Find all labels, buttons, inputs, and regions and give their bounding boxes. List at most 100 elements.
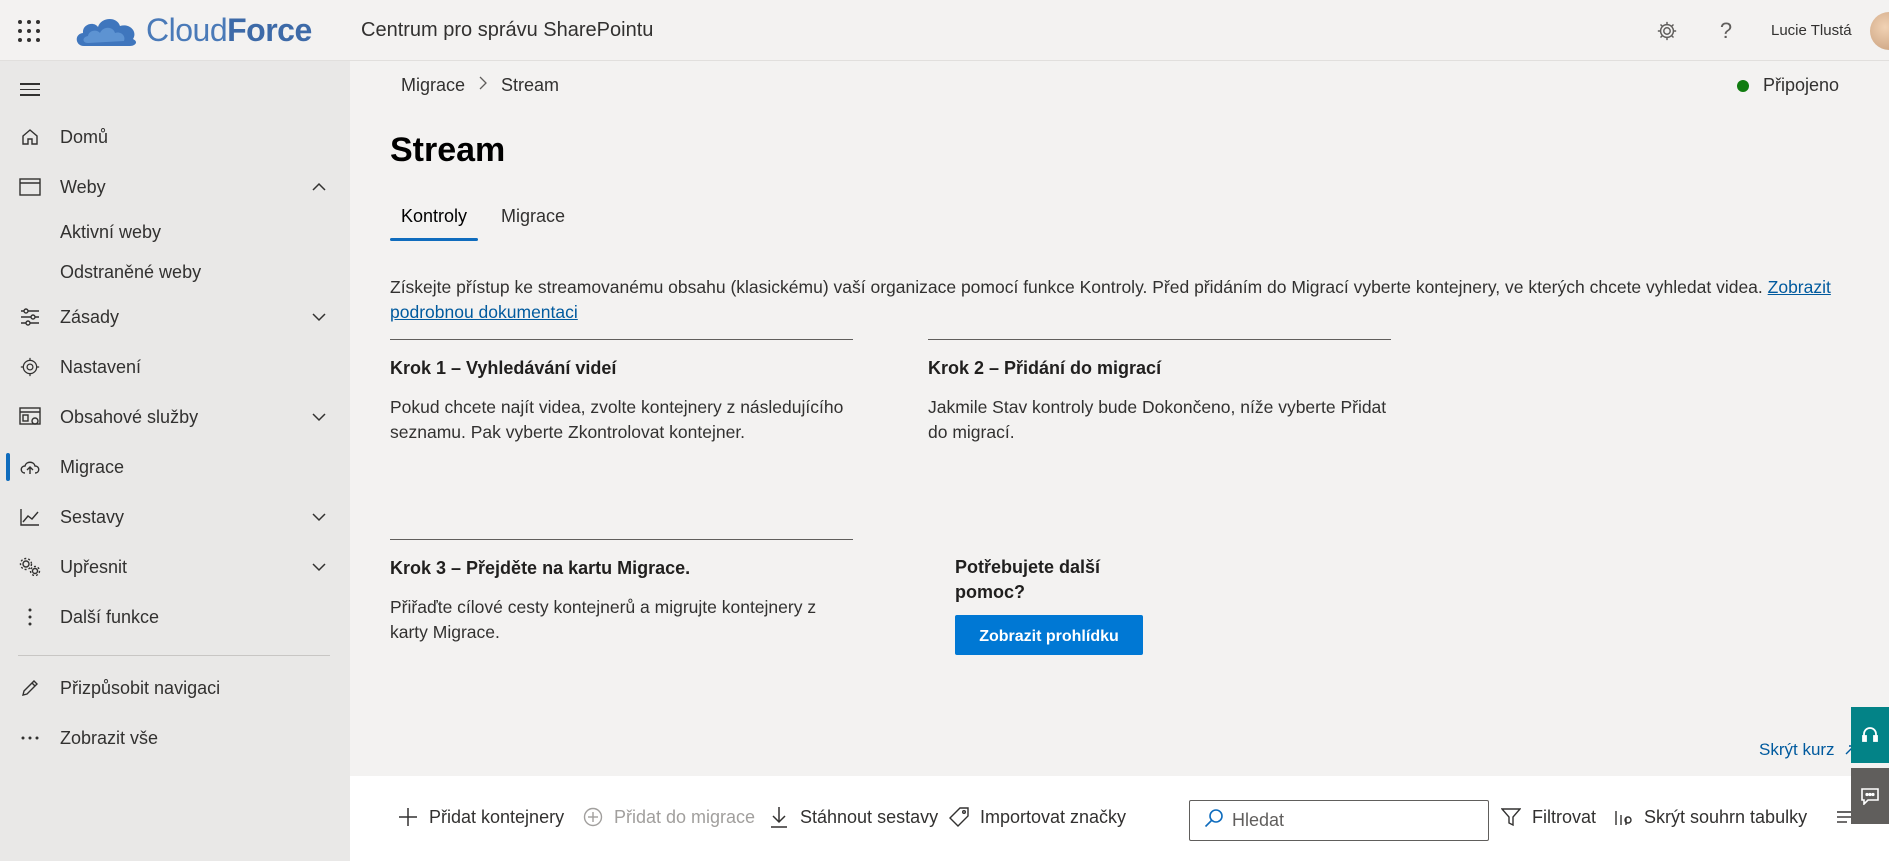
chevron-down-icon[interactable] (310, 508, 328, 526)
avatar[interactable] (1870, 12, 1889, 50)
step-divider (390, 339, 853, 340)
help-panel: Potřebujete další pomoc? Zobrazit prohlí… (955, 555, 1145, 655)
step-divider (390, 539, 853, 540)
nav-item-policies[interactable]: Zásady (0, 297, 350, 337)
feedback-icon (1861, 788, 1879, 805)
left-navigation: Domů Weby Aktivní weby Odstraněné weby Z… (0, 61, 350, 861)
nav-label-settings: Nastavení (60, 356, 142, 377)
breadcrumb: Migrace Stream (401, 75, 559, 96)
tab-scans[interactable]: Kontroly (390, 206, 479, 241)
filter-button[interactable]: Filtrovat (1500, 806, 1596, 828)
help-title: Potřebujete další pomoc? (955, 557, 1101, 602)
nav-item-home[interactable]: Domů (0, 117, 350, 157)
feedback-button[interactable] (1851, 768, 1889, 824)
plus-icon (397, 806, 419, 828)
cloud-logo-icon (76, 18, 137, 46)
step-2-body: Jakmile Stav kontroly bude Dokončeno, ní… (928, 397, 1387, 442)
nav-item-content-services[interactable]: Obsahové služby (0, 397, 350, 437)
logo-text-light: Cloud (146, 11, 228, 48)
tag-icon (948, 806, 970, 828)
nav-label-sites: Weby (60, 176, 106, 197)
home-icon (18, 125, 42, 149)
nav-item-migration[interactable]: Migrace (0, 447, 350, 487)
status-label: Připojeno (1763, 75, 1840, 95)
nav-item-reports[interactable]: Sestavy (0, 497, 350, 537)
pencil-icon (18, 676, 42, 700)
hide-course-label: Skrýt kurz (1759, 740, 1835, 759)
search-box[interactable] (1189, 800, 1489, 841)
download-reports-label: Stáhnout sestavy (800, 806, 939, 827)
settings-gear-icon[interactable] (1654, 18, 1680, 44)
hamburger-menu-icon[interactable] (20, 83, 40, 97)
nav-item-show-all[interactable]: Zobrazit vše (0, 718, 350, 758)
step-3-title: Krok 3 – Přejděte na kartu Migrace. (390, 558, 691, 578)
step-2: Krok 2 – Přidání do migrací Jakmile Stav… (928, 339, 1391, 445)
nav-label-home: Domů (60, 126, 109, 147)
add-containers-button[interactable]: Přidat kontejnery (397, 806, 564, 828)
nav-sub-active-sites[interactable]: Aktivní weby (60, 222, 161, 243)
cloud-upload-icon (18, 455, 42, 479)
step-3-body: Přiřaďte cílové cesty kontejnerů a migru… (390, 597, 817, 642)
nav-divider (18, 655, 330, 656)
download-reports-button[interactable]: Stáhnout sestavy (768, 806, 938, 828)
step-1-title: Krok 1 – Vyhledávání videí (390, 358, 617, 378)
breadcrumb-parent[interactable]: Migrace (401, 75, 465, 96)
nav-item-more-features[interactable]: Další funkce (0, 597, 350, 637)
step-1: Krok 1 – Vyhledávání videí Pokud chcete … (390, 339, 853, 445)
hide-course-link[interactable]: Skrýt kurz (1759, 740, 1857, 760)
step-1-body: Pokud chcete najít videa, zvolte kontejn… (390, 397, 844, 442)
command-bar: Přidat kontejnery Přidat do migrace Stáh… (350, 776, 1889, 861)
nav-label-advanced: Upřesnit (60, 556, 128, 577)
app-title: Centrum pro správu SharePointu (361, 19, 654, 41)
top-bar: CloudForce Centrum pro správu SharePoint… (0, 0, 1889, 61)
help-support-button[interactable] (1851, 707, 1889, 763)
app-launcher-icon[interactable] (18, 20, 40, 42)
breadcrumb-current: Stream (501, 75, 560, 95)
nav-label-show-all: Zobrazit vše (60, 727, 159, 748)
add-to-migration-label: Přidat do migrace (614, 806, 756, 827)
add-to-migration-button[interactable]: Přidat do migrace (582, 806, 755, 828)
nav-sub-deleted-sites[interactable]: Odstraněné weby (60, 262, 201, 283)
hide-summary-button[interactable]: Skrýt souhrn tabulky (1612, 806, 1807, 828)
chart-settings-icon (1612, 806, 1634, 828)
help-icon[interactable]: ? (1713, 18, 1739, 44)
filter-label: Filtrovat (1532, 806, 1597, 827)
chart-line-icon (18, 505, 42, 529)
nav-item-advanced[interactable]: Upřesnit (0, 547, 350, 587)
tab-list: Kontroly Migrace (390, 206, 588, 241)
chevron-down-icon[interactable] (310, 558, 328, 576)
nav-label-reports: Sestavy (60, 506, 125, 527)
tab-migration[interactable]: Migrace (490, 206, 576, 241)
search-icon (1204, 808, 1224, 833)
show-tour-button[interactable]: Zobrazit prohlídku (955, 615, 1143, 655)
import-tags-label: Importovat značky (980, 806, 1127, 827)
chevron-up-icon[interactable] (310, 178, 328, 196)
chevron-down-icon[interactable] (310, 308, 328, 326)
main-content: Migrace Stream Připojeno Stream Kontroly… (350, 61, 1889, 776)
nav-item-customize-navigation[interactable]: Přizpůsobit navigaci (0, 668, 350, 708)
chevron-down-icon[interactable] (310, 408, 328, 426)
nav-label-content-services: Obsahové služby (60, 406, 199, 427)
more-horizontal-icon (18, 726, 42, 750)
logo[interactable]: CloudForce (72, 10, 312, 50)
user-name[interactable]: Lucie Tlustá (1771, 22, 1852, 39)
content-services-icon (18, 405, 42, 429)
gears-icon (18, 555, 42, 579)
download-icon (768, 806, 790, 828)
nav-label-migration: Migrace (60, 456, 125, 477)
breadcrumb-chevron-icon (477, 76, 489, 95)
nav-item-sites[interactable]: Weby (0, 167, 350, 207)
intro-text: Získejte přístup ke streamovanému obsahu… (390, 275, 1870, 325)
import-tags-button[interactable]: Importovat značky (948, 806, 1126, 828)
nav-label-customize-navigation: Přizpůsobit navigaci (60, 677, 221, 698)
status-dot-icon (1737, 79, 1749, 92)
search-input[interactable] (1232, 810, 1472, 831)
more-vertical-icon (18, 605, 42, 629)
intro-body: Získejte přístup ke streamovanému obsahu… (390, 277, 1768, 297)
logo-text-bold: Force (227, 11, 312, 48)
page-title: Stream (390, 131, 506, 169)
nav-item-settings[interactable]: Nastavení (0, 347, 350, 387)
gear-icon (18, 355, 42, 379)
add-containers-label: Přidat kontejnery (429, 806, 565, 827)
nav-label-more-features: Další funkce (60, 606, 160, 627)
